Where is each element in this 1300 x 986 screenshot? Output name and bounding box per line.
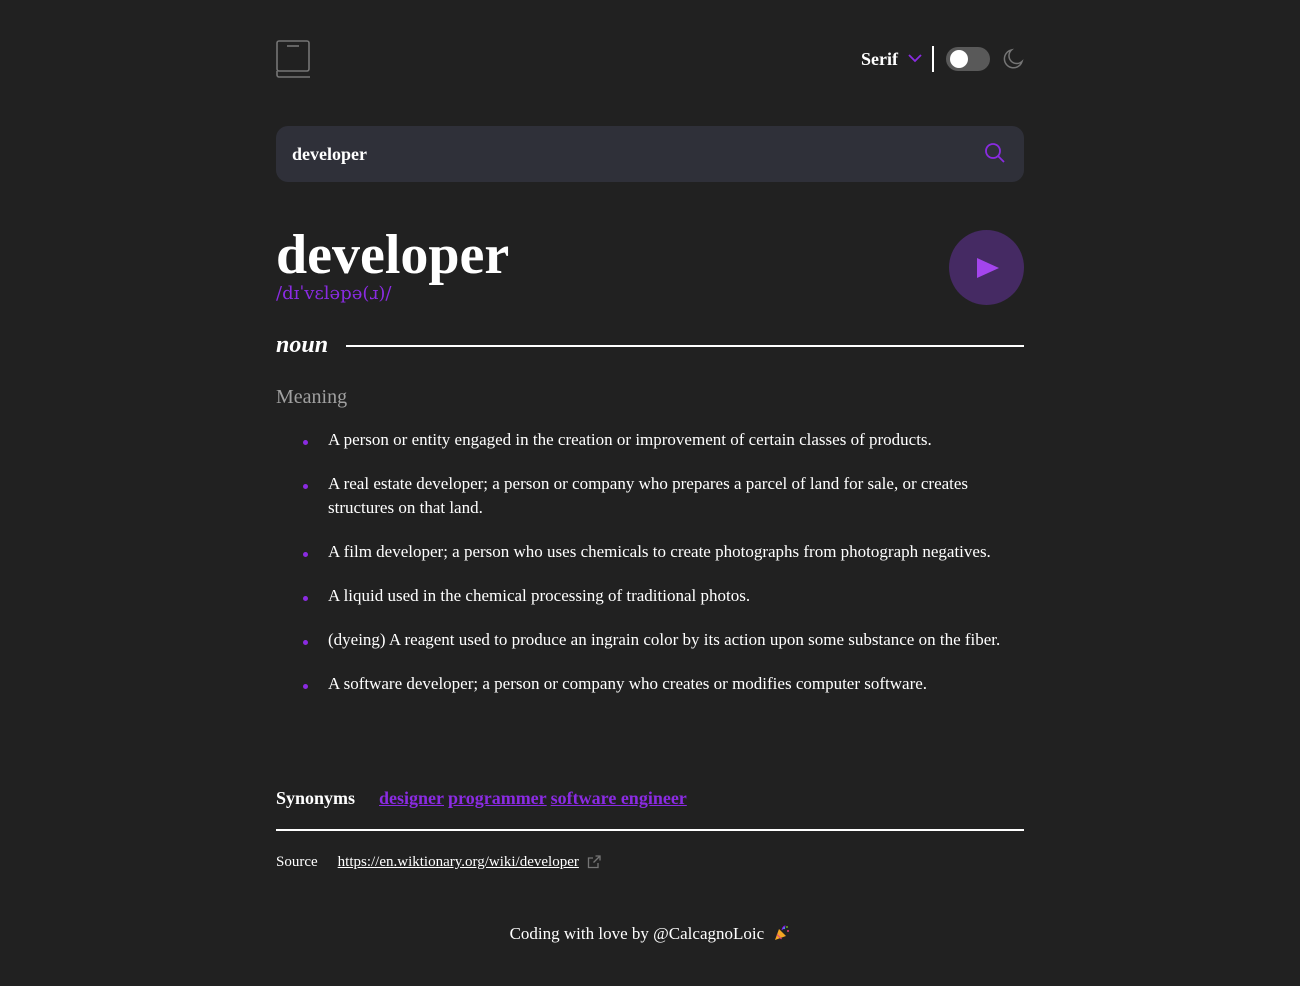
app-container: Serif developer /dɪˈvɛləpə(ɹ)/: [276, 0, 1024, 986]
definition-item: A liquid used in the chemical processing…: [276, 584, 1024, 608]
book-icon: [276, 40, 312, 78]
theme-toggle-knob: [950, 50, 968, 68]
search-input[interactable]: [292, 126, 962, 182]
font-select-label: Serif: [861, 48, 898, 69]
definition-item: (dyeing) A reagent used to produce an in…: [276, 628, 1024, 652]
theme-toggle[interactable]: [946, 47, 990, 71]
definitions-list: A person or entity engaged in the creati…: [276, 428, 1024, 716]
footer-text: Coding with love by @CalcagnoLoic: [509, 924, 765, 943]
part-of-speech-divider: [346, 345, 1024, 347]
definition-item: A film developer; a person who uses chem…: [276, 540, 1024, 564]
source-divider: [276, 829, 1024, 831]
source-link[interactable]: https://en.wiktionary.org/wiki/developer: [338, 852, 579, 872]
definition-item: A real estate developer; a person or com…: [276, 472, 1024, 520]
definition-item: A person or entity engaged in the creati…: [276, 428, 1024, 452]
search-icon[interactable]: [984, 142, 1006, 164]
external-link-icon[interactable]: [587, 855, 601, 869]
phonetic-text: /dɪˈvɛləpə(ɹ)/: [276, 283, 392, 304]
part-of-speech: noun: [276, 332, 329, 358]
header-divider: [932, 46, 934, 72]
chevron-down-icon: [908, 50, 922, 68]
source-label: Source: [276, 854, 318, 870]
footer: Coding with love by @CalcagnoLoic: [276, 922, 1024, 946]
party-popper-icon: [774, 924, 790, 940]
font-select[interactable]: Serif: [861, 46, 922, 72]
play-button[interactable]: [949, 230, 1024, 305]
source-row: Source https://en.wiktionary.org/wiki/de…: [276, 852, 601, 872]
definition-item: A software developer; a person or compan…: [276, 672, 1024, 696]
word-heading: developer: [276, 224, 510, 286]
synonyms-row: Synonyms designer programmer software en…: [276, 786, 691, 810]
synonyms-label: Synonyms: [276, 788, 356, 808]
synonym-link[interactable]: software engineer: [551, 786, 687, 810]
play-icon: [977, 258, 999, 278]
moon-icon: [1001, 47, 1025, 71]
synonym-link[interactable]: designer: [379, 786, 444, 810]
synonym-link[interactable]: programmer: [448, 786, 547, 810]
search-bar: [276, 126, 1024, 182]
meaning-label: Meaning: [276, 386, 348, 408]
